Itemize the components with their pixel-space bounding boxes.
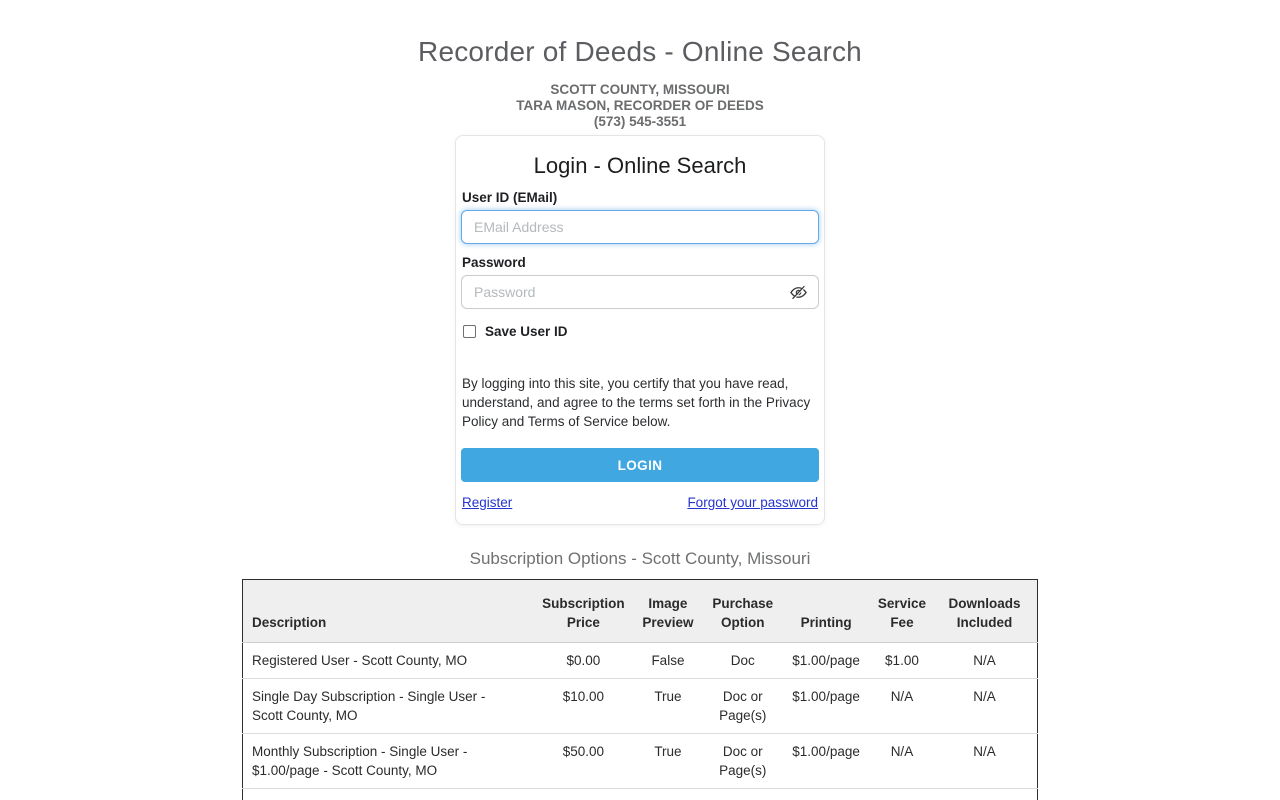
page-title: Recorder of Deeds - Online Search (418, 36, 862, 67)
county-line: SCOTT COUNTY, MISSOURI (550, 82, 730, 97)
terms-notice: By logging into this site, you certify t… (462, 376, 811, 429)
col-header-service-fee: Service Fee (871, 579, 932, 643)
cell-service-fee: N/A (871, 733, 932, 789)
col-header-printing: Printing (780, 579, 872, 643)
cell-downloads-included: N/A (931, 733, 1038, 789)
col-header-purchase-option: Purchase Option (705, 579, 781, 643)
table-header-row: Description Subscription Price Image Pre… (242, 579, 1038, 643)
save-user-id-label: Save User ID (485, 324, 568, 339)
col-header-description: Description (242, 579, 537, 643)
save-user-id-row: Save User ID (463, 324, 819, 339)
cell-service-fee: $1.00 (871, 642, 932, 679)
cell-image-preview: True (630, 733, 706, 789)
password-label: Password (462, 255, 526, 270)
cell-service-fee: N/A (871, 788, 932, 800)
cell-subscription-price: $150.00 (536, 788, 631, 800)
table-row: Registered User - Scott County, MO $0.00… (242, 642, 1038, 679)
cell-subscription-price: $0.00 (536, 642, 631, 679)
cell-printing: $1.00/page (780, 642, 872, 679)
subscription-table-wrap: Description Subscription Price Image Pre… (242, 579, 1038, 800)
cell-purchase-option: Doc or Page(s) (705, 788, 781, 800)
cell-downloads-included: N/A (931, 678, 1038, 734)
col-header-downloads-included: Downloads Included (931, 579, 1038, 643)
eye-slash-icon[interactable] (789, 283, 808, 302)
office-subheader: SCOTT COUNTY, MISSOURI TARA MASON, RECOR… (0, 82, 1280, 130)
col-header-subscription-price: Subscription Price (536, 579, 631, 643)
cell-printing: $1.00/page (780, 733, 872, 789)
cell-image-preview: True (630, 678, 706, 734)
cell-description: Single Day Subscription - Single User - … (242, 678, 537, 734)
cell-image-preview: True (630, 788, 706, 800)
login-button[interactable]: LOGIN (461, 448, 819, 482)
cell-subscription-price: $10.00 (536, 678, 631, 734)
page: Recorder of Deeds - Online Search SCOTT … (0, 0, 1280, 800)
save-user-id-checkbox[interactable] (463, 325, 476, 338)
cell-subscription-price: $50.00 (536, 733, 631, 789)
table-row: Monthly Subscription - Single User - $1.… (242, 733, 1038, 789)
cell-purchase-option: Doc (705, 642, 781, 679)
register-link[interactable]: Register (462, 495, 512, 510)
cell-image-preview: False (630, 642, 706, 679)
cell-downloads-included: N/A (931, 642, 1038, 679)
password-field-wrap (461, 275, 819, 309)
cell-purchase-option: Doc or Page(s) (705, 733, 781, 789)
login-title: Login - Online Search (533, 153, 747, 178)
login-links-row: Register Forgot your password (461, 495, 819, 510)
password-field[interactable] (461, 275, 819, 309)
cell-printing: $1.00/page (780, 678, 872, 734)
cell-printing: $0.75/page (780, 788, 872, 800)
cell-downloads-included: N/A (931, 788, 1038, 800)
subscription-options-heading: Subscription Options - Scott County, Mis… (469, 549, 811, 568)
forgot-password-link[interactable]: Forgot your password (687, 495, 818, 510)
cell-service-fee: N/A (871, 678, 932, 734)
recorder-line: TARA MASON, RECORDER OF DEEDS (516, 98, 764, 113)
subscription-table: Description Subscription Price Image Pre… (242, 579, 1038, 800)
user-id-label: User ID (EMail) (462, 190, 558, 205)
col-header-image-preview: Image Preview (630, 579, 706, 643)
phone-line: (573) 545-3551 (593, 114, 687, 129)
table-row: Single Day Subscription - Single User - … (242, 678, 1038, 734)
login-card: Login - Online Search User ID (EMail) Pa… (455, 135, 825, 525)
cell-description: Monthly Subscription - Sharable - $0.75/… (242, 788, 537, 800)
cell-description: Monthly Subscription - Single User - $1.… (242, 733, 537, 789)
cell-description: Registered User - Scott County, MO (242, 642, 537, 679)
table-row: Monthly Subscription - Sharable - $0.75/… (242, 788, 1038, 800)
cell-purchase-option: Doc or Page(s) (705, 678, 781, 734)
email-field[interactable] (461, 210, 819, 244)
